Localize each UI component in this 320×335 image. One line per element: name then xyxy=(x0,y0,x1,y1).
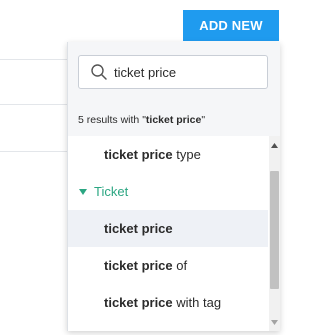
caret-down-icon xyxy=(79,188,87,195)
item-match-text: ticket price xyxy=(104,147,173,162)
scrollbar[interactable] xyxy=(269,136,280,331)
results-count-suffix: " xyxy=(201,114,206,126)
add-new-button[interactable]: ADD NEW xyxy=(183,10,279,41)
background-divider xyxy=(0,104,75,105)
results-count-query: ticket price xyxy=(145,114,202,126)
item-rest-text: with tag xyxy=(172,295,222,310)
group-label: Ticket xyxy=(94,184,129,199)
search-icon xyxy=(91,64,107,80)
list-item[interactable]: ticket price xyxy=(68,210,268,247)
search-box[interactable] xyxy=(78,55,268,89)
list-item[interactable]: ticket price of xyxy=(68,247,268,284)
results-list: ticket price type Ticket ticket price ti… xyxy=(68,136,268,321)
list-item[interactable]: ticket price type xyxy=(68,136,268,173)
item-match-text: ticket price xyxy=(104,221,173,236)
item-match-text: ticket price xyxy=(104,258,173,273)
search-input[interactable] xyxy=(114,64,264,80)
background-divider xyxy=(0,59,75,60)
search-header: 5 results with "ticket price" xyxy=(68,42,280,136)
results-count-prefix: 5 results with " xyxy=(78,114,146,126)
scroll-up-arrow-icon[interactable] xyxy=(271,143,278,148)
group-header-ticket[interactable]: Ticket xyxy=(68,173,268,210)
scroll-down-arrow-icon[interactable] xyxy=(271,320,278,325)
scrollbar-thumb[interactable] xyxy=(270,171,279,289)
results-count: 5 results with "ticket price" xyxy=(78,114,205,126)
item-rest-text: type xyxy=(172,147,201,162)
item-match-text: ticket price xyxy=(104,295,173,310)
background-divider xyxy=(0,151,75,152)
search-dropdown-panel: 5 results with "ticket price" ticket pri… xyxy=(67,42,280,331)
list-item[interactable]: ticket price with tag xyxy=(68,284,268,321)
item-rest-text: of xyxy=(172,258,188,273)
